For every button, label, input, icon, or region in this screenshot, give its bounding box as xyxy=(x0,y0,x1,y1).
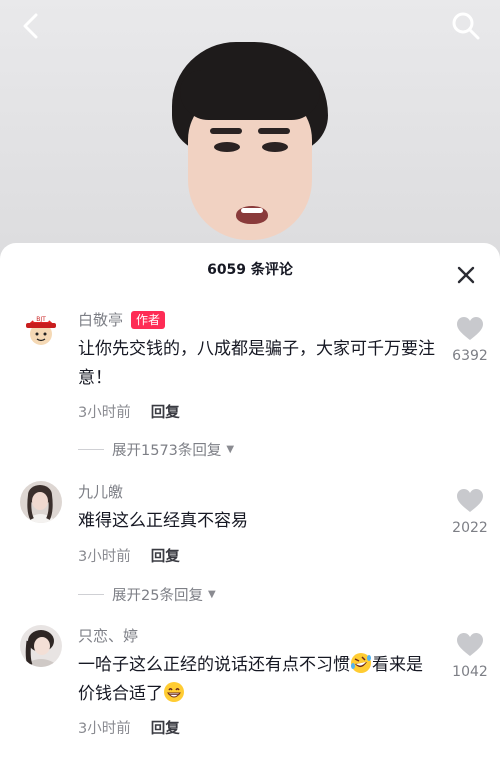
video-frame-person xyxy=(150,30,350,262)
comment-time: 3小时前 xyxy=(78,405,131,421)
close-button[interactable] xyxy=(454,263,478,287)
reply-button[interactable]: 回复 xyxy=(151,401,180,422)
reply-button[interactable]: 回复 xyxy=(151,545,180,566)
caret-down-icon: ▼ xyxy=(226,444,235,455)
grin-emoji-icon xyxy=(164,682,184,702)
comment-meta: 3小时前 回复 xyxy=(78,545,180,566)
rofl-emoji-icon xyxy=(351,653,371,673)
like-count: 6392 xyxy=(452,348,488,364)
like-button[interactable]: 6392 xyxy=(442,317,498,364)
search-icon xyxy=(452,12,480,40)
like-button[interactable]: 2022 xyxy=(442,489,498,536)
like-count: 1042 xyxy=(452,664,488,680)
search-button[interactable] xyxy=(446,6,486,46)
caret-down-icon: ▼ xyxy=(207,589,216,600)
comment-username[interactable]: 白敬亭 作者 xyxy=(78,309,166,330)
avatar[interactable] xyxy=(20,481,62,523)
video-player[interactable] xyxy=(0,0,500,262)
comments-count-title: 6059 条评论 xyxy=(207,262,293,278)
avatar[interactable] xyxy=(20,625,62,667)
chevron-left-icon xyxy=(23,13,38,39)
heart-icon xyxy=(457,489,483,512)
comment-username[interactable]: 九儿皦 xyxy=(78,481,123,502)
comment-time: 3小时前 xyxy=(78,721,131,737)
author-badge: 作者 xyxy=(131,310,166,329)
comment-text: 难得这么正经真不容易 xyxy=(78,511,248,531)
comment-meta: 3小时前 回复 xyxy=(78,717,180,738)
close-icon xyxy=(457,266,475,284)
svg-text:BJT: BJT xyxy=(36,316,46,323)
comment-text: 让你先交钱的，八成都是骗子，大家可千万要注意！ xyxy=(78,339,435,388)
back-button[interactable] xyxy=(12,6,52,46)
like-count: 2022 xyxy=(452,520,488,536)
comment-username[interactable]: 只恋、婷 xyxy=(78,625,138,646)
heart-icon xyxy=(457,633,483,656)
expand-replies-button[interactable]: 展开1573条回复 ▼ xyxy=(78,439,234,460)
like-button[interactable]: 1042 xyxy=(442,633,498,680)
comment-text: 一哈子这么正经的说话还有点不习惯 看来是价钱合适了 xyxy=(78,651,438,709)
comment-time: 3小时前 xyxy=(78,549,131,565)
reply-button[interactable]: 回复 xyxy=(151,717,180,738)
comment-meta: 3小时前 回复 xyxy=(78,401,180,422)
avatar[interactable]: BJT xyxy=(20,309,62,351)
heart-icon xyxy=(457,317,483,340)
comments-sheet: 6059 条评论 BJT 白敬亭 作者 让你先交钱的，八成都是骗子，大家可千万要… xyxy=(0,243,500,757)
expand-replies-button[interactable]: 展开25条回复 ▼ xyxy=(78,584,216,605)
